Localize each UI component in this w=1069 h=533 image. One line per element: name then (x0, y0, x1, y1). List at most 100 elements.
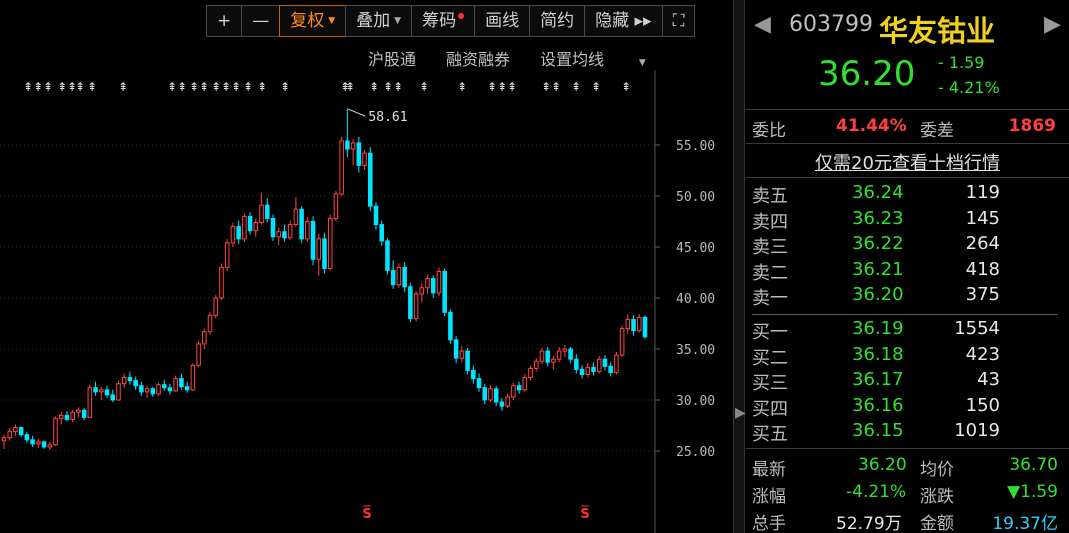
candle-body (99, 389, 104, 393)
candle-body (179, 378, 184, 388)
bid-vol: 1019 (954, 420, 1000, 441)
candle-body (213, 297, 219, 316)
bid-row[interactable]: 买二 36.18 423 (752, 344, 1062, 369)
minus-icon: — (252, 11, 270, 31)
fullscreen-button[interactable]: ⛶ (661, 5, 696, 37)
current-price: 36.20 (818, 54, 916, 94)
stat-row: 总手 52.79万 金额 19.37亿 (752, 509, 1062, 533)
ask-row[interactable]: 卖五 36.24 119 (752, 182, 1062, 207)
ask-vol: 119 (965, 182, 1000, 203)
candle-body (596, 358, 602, 372)
ask-price: 36.20 (852, 284, 904, 305)
price-change-pct: - 4.21% (938, 78, 1000, 97)
amt-value: 19.37亿 (992, 514, 1058, 533)
candle-body (30, 439, 35, 445)
candle-body (339, 140, 344, 195)
ask-vol: 418 (965, 258, 1000, 280)
candle-body (36, 441, 41, 445)
latest-label: 最新 (752, 460, 786, 480)
candle-body (362, 152, 367, 166)
ask-row[interactable]: 卖一 36.20 375 (752, 284, 1062, 309)
bid-row[interactable]: 买三 36.17 43 (752, 369, 1062, 394)
event-marker-icon: ⇞ (221, 80, 231, 94)
candle-body (276, 231, 281, 238)
zoom-out-button[interactable]: — (241, 5, 281, 37)
prev-stock-icon[interactable]: ◀ (754, 12, 771, 37)
event-marker-icon: ⇞ (457, 80, 467, 94)
candle-body (144, 388, 150, 393)
stock-code: 603799 (789, 12, 873, 37)
bid-row[interactable]: 买五 36.15 1019 (752, 420, 1062, 445)
y-tick-label: 55.00 (676, 139, 715, 154)
candle-body (93, 387, 98, 393)
candle-body (442, 270, 447, 313)
candle-body (637, 316, 642, 332)
candle-body (625, 318, 631, 330)
event-marker-icon: ⇞ (369, 80, 379, 94)
bid-vol: 150 (965, 394, 1000, 416)
candle-body (505, 396, 510, 407)
panel-splitter[interactable] (733, 0, 745, 533)
candle-body (419, 287, 425, 295)
candle-body (408, 286, 413, 319)
candle-body (642, 316, 648, 338)
candle-body (202, 331, 207, 345)
chg-pct-value: -4.21% (846, 482, 907, 502)
bid-name: 买二 (752, 347, 788, 369)
event-marker-icon: ⇞ (118, 80, 128, 94)
candle-body (511, 385, 516, 398)
ask-row[interactable]: 卖四 36.23 145 (752, 208, 1062, 233)
yincang-button[interactable]: 隐藏 ▸▸ (584, 5, 663, 37)
huaxian-button[interactable]: 画线 (474, 5, 531, 37)
event-marker-icon: ⇞ (541, 80, 551, 94)
candle-body (499, 401, 505, 407)
bid-price: 36.16 (852, 394, 904, 416)
candle-body (190, 364, 196, 391)
stock-name: 华友钴业 (879, 14, 996, 48)
bid-vol: 1554 (954, 318, 1000, 339)
ask-row[interactable]: 卖二 36.21 418 (752, 259, 1062, 284)
kline-chart[interactable]: 55.00 50.00 45.00 40.00 35.00 30.00 25.00 58.61… (0, 70, 735, 533)
jianyue-button[interactable]: 简约 (529, 5, 586, 37)
diejia-dropdown[interactable]: 叠加 ▼ (345, 5, 413, 37)
chart-toolbar: + — 复权 ▼ 叠加 ▼ 筹码 画线 简约 隐藏 ▸▸ ⛶ (206, 5, 696, 37)
candle-body (465, 350, 470, 371)
collapse-arrow-icon[interactable]: ▶ (735, 405, 746, 421)
candle-body (591, 366, 596, 372)
ma-settings-dropdown[interactable]: 设置均线 ▼ (540, 46, 676, 70)
bid-row[interactable]: 买一 36.19 1554 (752, 318, 1062, 343)
chevron-down-icon: ▼ (636, 58, 646, 68)
event-marker-icon: ⇞ (75, 80, 85, 94)
rongzi-link[interactable]: 融资融券 (446, 46, 510, 70)
bid-row[interactable]: 买四 36.16 150 (752, 395, 1062, 420)
chouma-button[interactable]: 筹码 (411, 5, 476, 37)
candle-body (104, 389, 110, 396)
price-change: - 1.59 (938, 53, 985, 72)
ask-row[interactable]: 卖三 36.22 264 (752, 233, 1062, 258)
level2-promo-link[interactable]: 仅需20元查看十档行情 (746, 149, 1069, 175)
bid-name: 买一 (752, 322, 788, 343)
event-marker-icon: ⇞ (507, 80, 517, 94)
candle-body (579, 368, 585, 375)
weibi-label: 委比 (752, 121, 786, 141)
latest-value: 36.20 (858, 455, 907, 475)
candle-body (448, 311, 453, 341)
event-marker-icon: ⇞ (571, 80, 581, 94)
zoom-in-button[interactable]: + (206, 5, 243, 37)
candle-body (150, 388, 156, 395)
candle-body (322, 238, 327, 269)
candle-body (127, 377, 133, 382)
candle-body (305, 221, 310, 240)
ask-price: 36.24 (852, 182, 904, 203)
candle-body (373, 205, 379, 226)
hugutong-link[interactable]: 沪股通 (368, 46, 416, 70)
next-stock-icon[interactable]: ▶ (1044, 12, 1061, 37)
candle-body (482, 387, 488, 401)
candle-body (224, 242, 230, 268)
ask-name: 卖一 (752, 288, 788, 309)
candle-body (619, 328, 625, 356)
jianyue-label: 简约 (540, 11, 575, 31)
ask-name: 卖三 (752, 237, 788, 258)
fuquan-dropdown[interactable]: 复权 ▼ (279, 5, 347, 37)
event-marker-icon: ⇞ (497, 80, 507, 94)
